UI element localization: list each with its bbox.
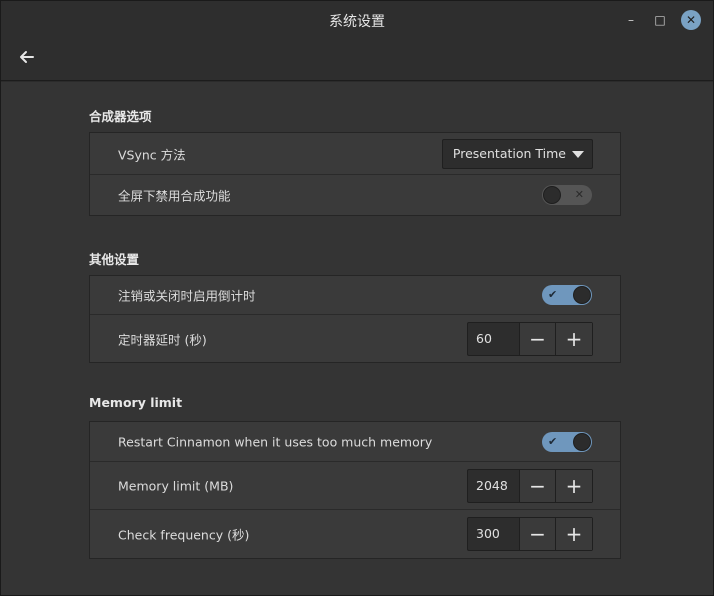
section-title-other: 其他设置 [89, 252, 140, 267]
timer-delay-label: 定时器延时 (秒) [118, 332, 207, 347]
check-frequency-increment-button[interactable]: + [556, 518, 592, 550]
settings-content: 合成器选项 VSync 方法 Presentation Time 全屏下禁用合成… [1, 82, 713, 595]
restart-cinnamon-label: Restart Cinnamon when it uses too much m… [118, 434, 433, 449]
arrow-left-icon [20, 51, 34, 63]
section-title-memory-limit: Memory limit [89, 395, 183, 410]
row-memory-limit-mb: Memory limit (MB) 2048 − + [90, 462, 620, 510]
minimize-button[interactable]: – [621, 10, 641, 30]
timer-delay-spinner: 60 − + [467, 321, 593, 356]
row-timer-delay: 定时器延时 (秒) 60 − + [90, 315, 620, 362]
check-icon: ✔ [548, 288, 558, 301]
cross-icon: ✕ [574, 188, 584, 201]
vsync-method-value: Presentation Time [452, 145, 566, 161]
memory-limit-increment-button[interactable]: + [556, 469, 592, 502]
maximize-button[interactable]: □ [650, 10, 670, 30]
check-icon: ✔ [548, 434, 558, 448]
logout-countdown-switch[interactable]: ✔ [542, 285, 592, 305]
switch-knob [573, 286, 591, 304]
panel-compositor: VSync 方法 Presentation Time 全屏下禁用合成功能 ✕ [89, 132, 621, 216]
panel-other: 注销或关闭时启用倒计时 ✔ 定时器延时 (秒) 60 − + [89, 275, 621, 363]
switch-knob [543, 186, 561, 204]
row-logout-countdown: 注销或关闭时启用倒计时 ✔ [90, 276, 620, 315]
check-frequency-label: Check frequency (秒) [118, 527, 250, 543]
switch-knob [573, 432, 591, 451]
panel-memory-limit: Restart Cinnamon when it uses too much m… [89, 421, 621, 559]
memory-limit-input[interactable]: 2048 [468, 469, 520, 502]
close-button[interactable]: ✕ [681, 10, 701, 30]
row-fullscreen-unredirect: 全屏下禁用合成功能 ✕ [90, 175, 620, 215]
check-frequency-spinner: 300 − + [467, 517, 593, 551]
timer-delay-increment-button[interactable]: + [556, 322, 592, 355]
section-title-compositor: 合成器选项 [89, 109, 152, 124]
fullscreen-unredirect-switch[interactable]: ✕ [542, 185, 592, 205]
restart-cinnamon-switch[interactable]: ✔ [542, 431, 592, 452]
memory-limit-decrement-button[interactable]: − [520, 469, 556, 502]
logout-countdown-label: 注销或关闭时启用倒计时 [118, 288, 256, 304]
memory-limit-label: Memory limit (MB) [118, 478, 234, 493]
memory-limit-spinner: 2048 − + [467, 468, 593, 503]
back-button[interactable] [17, 47, 37, 67]
check-frequency-decrement-button[interactable]: − [520, 518, 556, 550]
vsync-method-dropdown[interactable]: Presentation Time [441, 138, 593, 169]
row-check-frequency: Check frequency (秒) 300 − + [90, 510, 620, 558]
fullscreen-unredirect-label: 全屏下禁用合成功能 [118, 188, 231, 204]
settings-window: 系统设置 – □ ✕ 合成器选项 VSync 方法 Presentation T… [0, 0, 714, 596]
row-restart-cinnamon: Restart Cinnamon when it uses too much m… [90, 422, 620, 462]
window-title: 系统设置 [329, 14, 385, 30]
timer-delay-input[interactable]: 60 [468, 322, 520, 355]
chevron-down-icon [572, 150, 584, 158]
titlebar: 系统设置 – □ ✕ [1, 1, 713, 81]
vsync-method-label: VSync 方法 [118, 147, 186, 162]
timer-delay-decrement-button[interactable]: − [520, 322, 556, 355]
row-vsync-method: VSync 方法 Presentation Time [90, 133, 620, 175]
check-frequency-input[interactable]: 300 [468, 518, 520, 550]
